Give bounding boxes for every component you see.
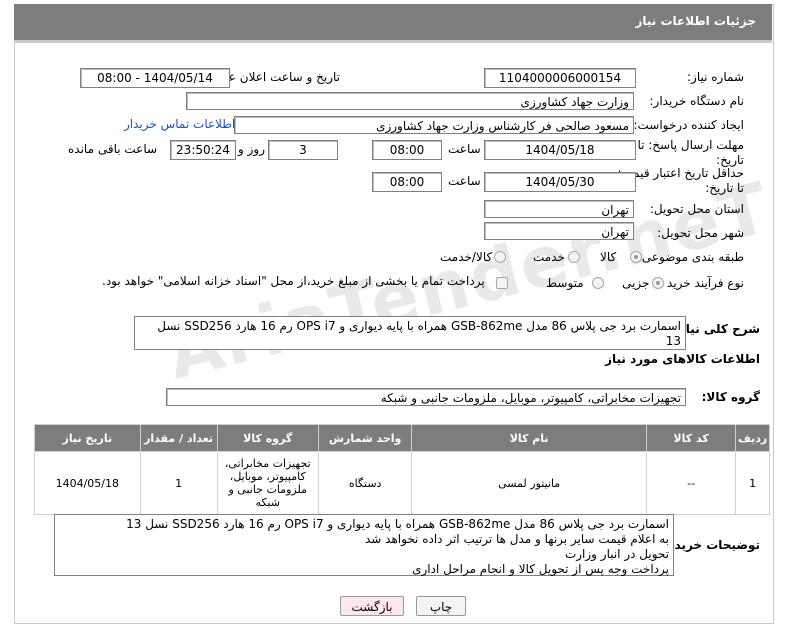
print-button[interactable]: چاپ — [416, 596, 466, 616]
category-radio-goods[interactable] — [630, 251, 642, 263]
col-qty: تعداد / مقدار — [139, 424, 218, 452]
category-radio-service[interactable] — [568, 251, 580, 263]
reply-deadline-label: مهلت ارسال پاسخ: تا تاریخ: — [637, 138, 744, 167]
city-label: شهر محل تحویل: — [657, 226, 744, 240]
payment-note: پرداخت تمام یا بخشی از مبلغ خرید،از محل … — [102, 274, 485, 288]
cell-row: 1 — [735, 451, 770, 515]
price-time-field[interactable]: 08:00 — [372, 172, 442, 192]
process-option-minor: جزیی — [622, 276, 650, 290]
col-unit: واحد شمارش — [317, 424, 413, 452]
goods-group-label: گروه کالا: — [701, 390, 760, 404]
province-field[interactable]: تهران — [484, 200, 634, 218]
need-number-field[interactable]: 1104000006000154 — [484, 68, 636, 88]
goods-table: ردیف کد کالا نام کالا واحد شمارش گروه کا… — [34, 424, 770, 515]
col-code: کد کالا — [645, 424, 737, 452]
table-row[interactable]: 1 -- مانیتور لمسی دستگاه تجهیزات مخابرات… — [34, 451, 770, 515]
reply-time-label: ساعت — [448, 142, 481, 156]
treasury-checkbox[interactable] — [496, 277, 508, 289]
panel-header: جزئیات اطلاعات نیاز — [14, 4, 772, 43]
col-group: گروه کالا — [216, 424, 319, 452]
col-name: نام کالا — [411, 424, 647, 452]
buyer-notes-textarea[interactable]: اسمارت برد جی پلاس 86 مدل GSB-862me همرا… — [54, 514, 674, 576]
cell-date: 1404/05/18 — [34, 451, 141, 515]
col-row: ردیف — [735, 424, 770, 452]
cell-group: تجهیزات مخابراتی، کامپیوتر، موبایل، ملزو… — [216, 451, 319, 515]
process-radio-medium[interactable] — [592, 277, 604, 289]
need-number-label: شماره نیاز: — [687, 70, 744, 84]
cell-unit: دستگاه — [317, 451, 413, 515]
buyer-org-label: نام دستگاه خریدار: — [649, 94, 745, 108]
announce-field[interactable]: 1404/05/14 - 08:00 — [80, 68, 230, 88]
buyer-notes-line: پرداخت وجه پس از تحویل کالا و انجام مراح… — [412, 562, 669, 576]
buyer-notes-line: اسمارت برد جی پلاس 86 مدل GSB-862me همرا… — [126, 517, 669, 531]
back-button[interactable]: بازگشت — [340, 596, 404, 616]
city-field[interactable]: تهران — [484, 222, 634, 240]
cell-name: مانیتور لمسی — [411, 451, 647, 515]
buyer-org-field[interactable]: وزارت جهاد کشاورزی — [186, 92, 634, 110]
goods-section-title: اطلاعات کالاهای مورد نیاز — [605, 352, 760, 366]
buyer-notes-line: به اعلام قیمت سایر برنها و مدل ها ترتیب … — [364, 532, 669, 546]
process-label: نوع فرآیند خرید : — [659, 276, 744, 290]
category-radio-goods-service[interactable] — [494, 251, 506, 263]
process-option-medium: متوسط — [546, 276, 584, 290]
cell-qty: 1 — [139, 451, 218, 515]
summary-label: شرح کلی نیاز: — [674, 322, 760, 336]
remaining-time-field[interactable]: 23:50:24 — [170, 140, 236, 160]
goods-group-field[interactable]: تجهیزات مخابراتی، کامپیوتر، موبایل، ملزو… — [166, 388, 686, 406]
price-time-label: ساعت — [448, 174, 481, 188]
category-option-goods-service: کالا/خدمت — [440, 250, 493, 264]
col-date: تاریخ نیاز — [34, 424, 141, 452]
province-label: استان محل تحویل: — [649, 202, 744, 216]
creator-field[interactable]: مسعود صالحی فر کارشناس وزارت جهاد کشاورز… — [234, 116, 634, 134]
reply-date-field[interactable]: 1404/05/18 — [484, 140, 636, 160]
days-label: روز و — [238, 142, 265, 156]
price-date-field[interactable]: 1404/05/30 — [484, 172, 636, 192]
process-radio-minor[interactable] — [652, 277, 664, 289]
category-option-service: خدمت — [533, 250, 565, 264]
category-option-goods: کالا — [600, 250, 617, 264]
creator-label: ایجاد کننده درخواست: — [633, 118, 744, 132]
panel-title: جزئیات اطلاعات نیاز — [635, 14, 756, 28]
remaining-label: ساعت باقی مانده — [68, 142, 158, 156]
days-field[interactable]: 3 — [268, 140, 338, 160]
table-header-row: ردیف کد کالا نام کالا واحد شمارش گروه کا… — [34, 424, 770, 452]
category-label: طبقه بندی موضوعی: — [637, 250, 744, 264]
cell-code: -- — [645, 451, 737, 515]
summary-textarea[interactable]: اسمارت برد جی پلاس 86 مدل GSB-862me همرا… — [134, 316, 686, 350]
reply-time-field[interactable]: 08:00 — [372, 140, 442, 160]
buyer-notes-line: تحویل در انبار وزارت — [564, 547, 669, 561]
buyer-contact-link[interactable]: اطلاعات تماس خریدار — [124, 117, 235, 131]
